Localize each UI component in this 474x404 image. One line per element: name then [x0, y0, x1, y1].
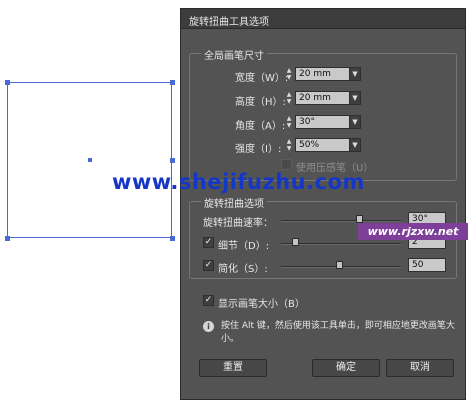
show-brush-size-checkbox[interactable]: ✓ — [203, 295, 214, 306]
simplify-slider-thumb[interactable] — [336, 261, 344, 269]
selection-handle-top-left[interactable] — [5, 80, 10, 85]
twirl-rate-slider-thumb[interactable] — [355, 215, 363, 223]
intensity-dropdown-button[interactable]: ▼ — [349, 138, 361, 152]
watermark-main: www.shejifuzhu.com — [112, 170, 365, 194]
selection-handle-bottom-left[interactable] — [5, 236, 10, 241]
selection-handle-top-right[interactable] — [170, 80, 175, 85]
dialog-title: 旋转扭曲工具选项 — [181, 9, 465, 29]
info-icon: i — [203, 321, 214, 332]
width-dropdown-button[interactable]: ▼ — [349, 67, 361, 81]
watermark-secondary: www.rjzxw.net — [358, 223, 468, 240]
detail-slider-track[interactable] — [281, 243, 401, 245]
intensity-spinner[interactable]: ▲ ▼ — [284, 138, 294, 152]
width-spinner[interactable]: ▲ ▼ — [284, 67, 294, 81]
chevron-down-icon: ▼ — [352, 118, 358, 126]
height-dropdown-button[interactable]: ▼ — [349, 91, 361, 105]
detail-label: 细节（D）: — [218, 241, 270, 252]
intensity-input[interactable]: 50% — [295, 138, 350, 152]
angle-label: 角度（A）: — [235, 121, 286, 132]
height-spinner[interactable]: ▲ ▼ — [284, 91, 294, 105]
spin-up-icon[interactable]: ▲ — [287, 138, 292, 145]
simplify-checkbox[interactable]: ✓ — [203, 260, 214, 271]
spin-up-icon[interactable]: ▲ — [287, 91, 292, 98]
detail-checkbox[interactable]: ✓ — [203, 237, 214, 248]
spin-up-icon[interactable]: ▲ — [287, 67, 292, 74]
intensity-label: 强度（I）: — [235, 144, 282, 155]
check-icon: ✓ — [204, 295, 213, 305]
twirl-options-legend: 旋转扭曲选项 — [201, 195, 267, 210]
ok-button[interactable]: 确定 — [312, 359, 380, 377]
use-pressure-pen-checkbox[interactable] — [281, 159, 292, 170]
chevron-down-icon: ▼ — [352, 70, 358, 78]
chevron-down-icon: ▼ — [352, 94, 358, 102]
angle-dropdown-button[interactable]: ▼ — [349, 115, 361, 129]
twirl-rate-label: 旋转扭曲速率： — [203, 218, 273, 229]
check-icon: ✓ — [204, 260, 213, 270]
spin-down-icon[interactable]: ▼ — [287, 122, 292, 129]
spin-down-icon[interactable]: ▼ — [287, 145, 292, 152]
cancel-button[interactable]: 取消 — [386, 359, 454, 377]
check-icon: ✓ — [204, 237, 213, 247]
height-input[interactable]: 20 mm — [295, 91, 350, 105]
spin-up-icon[interactable]: ▲ — [287, 115, 292, 122]
selection-handle-bottom-right[interactable] — [170, 236, 175, 241]
spin-down-icon[interactable]: ▼ — [287, 74, 292, 81]
info-text: 按住 Alt 键，然后使用该工具单击，即可相应地更改画笔大小。 — [221, 321, 455, 344]
reset-button[interactable]: 重置 — [199, 359, 267, 377]
show-brush-size-label: 显示画笔大小（B） — [218, 299, 305, 310]
selection-handle-right-middle[interactable] — [170, 158, 175, 163]
selection-center-point — [88, 158, 92, 162]
spin-down-icon[interactable]: ▼ — [287, 98, 292, 105]
simplify-input[interactable]: 50 — [408, 258, 446, 272]
global-brush-legend: 全局画笔尺寸 — [201, 47, 267, 62]
simplify-label: 简化（S）: — [218, 264, 268, 275]
twirl-rate-slider-track[interactable] — [281, 220, 401, 222]
detail-slider-thumb[interactable] — [291, 238, 299, 246]
twirl-tool-options-dialog: 旋转扭曲工具选项 全局画笔尺寸 宽度（W）: ▲ ▼ 20 mm ▼ 高度（H）:… — [180, 8, 466, 400]
height-label: 高度（H）: — [235, 97, 286, 108]
width-label: 宽度（W）: — [235, 73, 289, 84]
chevron-down-icon: ▼ — [352, 141, 358, 149]
angle-spinner[interactable]: ▲ ▼ — [284, 115, 294, 129]
width-input[interactable]: 20 mm — [295, 67, 350, 81]
angle-input[interactable]: 30° — [295, 115, 350, 129]
